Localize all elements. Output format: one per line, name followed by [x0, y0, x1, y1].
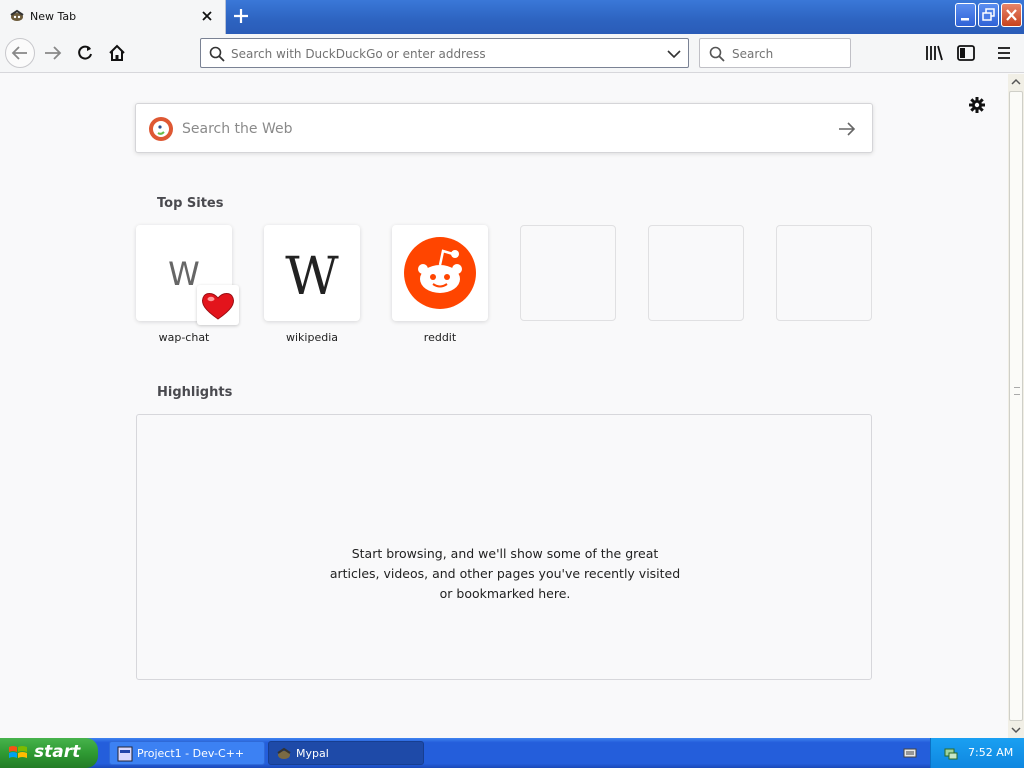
url-input[interactable]: [231, 45, 651, 63]
search-bar[interactable]: [699, 38, 851, 68]
start-label: start: [34, 742, 81, 762]
top-site-empty[interactable]: [648, 225, 744, 321]
navigation-toolbar: [0, 34, 1024, 73]
forward-arrow-icon: [45, 46, 62, 60]
highlights-empty-message: Start browsing, and we'll show some of t…: [329, 546, 681, 601]
site-label: wikipedia: [285, 331, 338, 344]
start-button[interactable]: start: [0, 738, 98, 768]
search-icon: [709, 46, 725, 62]
site-label: wap-chat: [158, 331, 210, 344]
taskbar-item-devcpp[interactable]: Project1 - Dev-C++: [109, 741, 265, 765]
scroll-up-icon[interactable]: [1008, 74, 1024, 90]
taskbar-item-label: Project1 - Dev-C++: [137, 747, 245, 760]
home-icon: [109, 44, 125, 61]
new-tab-icon[interactable]: [229, 5, 253, 27]
top-site-empty[interactable]: [776, 225, 872, 321]
url-bar[interactable]: [200, 38, 689, 68]
gear-icon[interactable]: [966, 94, 988, 116]
tab-strip: New Tab: [0, 0, 1024, 34]
taskbar-item-mypal[interactable]: Mypal: [268, 741, 424, 765]
forward-button[interactable]: [38, 38, 68, 68]
duckduckgo-logo-icon: [149, 117, 173, 141]
empty-site-tile[interactable]: [648, 225, 744, 321]
sidebar-icon[interactable]: [955, 42, 977, 64]
hamburger-menu-icon[interactable]: [993, 42, 1015, 64]
taskbar: start Project1 - Dev-C++ Mypal 7:52 AM: [0, 738, 1024, 768]
clock: 7:52 AM: [968, 746, 1014, 759]
library-icon[interactable]: [923, 42, 945, 64]
taskbar-item-label: Mypal: [296, 747, 329, 760]
mypal-icon: [277, 747, 291, 759]
new-tab-page: Top Sites W wap-chat W wikipedia: [0, 74, 1008, 738]
close-tab-icon[interactable]: [198, 7, 216, 25]
web-search-box[interactable]: [135, 103, 873, 153]
reddit-logo-icon: [404, 237, 476, 309]
home-button[interactable]: [102, 38, 132, 68]
top-site-wikipedia[interactable]: W wikipedia: [264, 225, 360, 344]
site-label: reddit: [423, 331, 457, 344]
scroll-down-icon[interactable]: [1008, 722, 1024, 738]
close-window-button[interactable]: [1001, 3, 1022, 27]
mypal-favicon-icon: [10, 9, 24, 21]
heart-badge: [197, 285, 239, 325]
site-tile[interactable]: [392, 225, 488, 321]
tab-title: New Tab: [30, 10, 77, 23]
empty-site-tile[interactable]: [520, 225, 616, 321]
search-icon: [209, 46, 225, 62]
scroll-grip: [1014, 387, 1020, 395]
back-button[interactable]: [5, 38, 35, 68]
system-tray: 7:52 AM: [930, 738, 1024, 768]
network-icon[interactable]: [943, 745, 959, 761]
tab-new-tab[interactable]: New Tab: [0, 0, 226, 34]
arrow-right-icon[interactable]: [836, 118, 858, 140]
top-site-reddit[interactable]: reddit: [392, 225, 488, 344]
scrollbar-thumb[interactable]: [1009, 91, 1023, 721]
restore-button[interactable]: [978, 3, 999, 27]
devcpp-icon: [117, 746, 133, 762]
site-tile[interactable]: W: [136, 225, 239, 325]
search-input[interactable]: [732, 45, 842, 63]
restore-icon: [982, 8, 995, 21]
windows-logo-icon: [9, 746, 27, 758]
vertical-scrollbar[interactable]: [1008, 74, 1024, 738]
highlights-heading: Highlights: [157, 385, 233, 400]
empty-site-tile[interactable]: [776, 225, 872, 321]
heart-icon: [202, 293, 234, 320]
keyboard-icon[interactable]: [903, 746, 917, 760]
top-site-wap-chat[interactable]: W wap-chat: [136, 225, 239, 344]
top-site-empty[interactable]: [520, 225, 616, 321]
minimize-icon: [961, 18, 969, 21]
close-window-icon: [1006, 9, 1017, 21]
highlights-panel: Start browsing, and we'll show some of t…: [136, 414, 872, 680]
minimize-button[interactable]: [955, 3, 976, 27]
reload-icon: [78, 45, 92, 60]
back-arrow-icon: [11, 46, 27, 60]
wikipedia-logo-icon: W: [285, 247, 339, 307]
site-tile[interactable]: W: [264, 225, 360, 321]
top-sites-heading: Top Sites: [157, 196, 224, 211]
chevron-down-icon[interactable]: [665, 45, 683, 63]
reload-button[interactable]: [70, 38, 100, 68]
web-search-input[interactable]: [182, 118, 822, 140]
